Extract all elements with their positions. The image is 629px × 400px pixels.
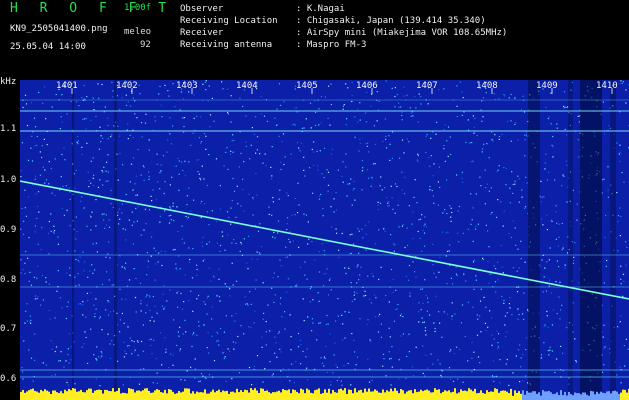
meta-value-antenna: : Maspro FM-3 bbox=[296, 40, 367, 50]
dark-bands-layer bbox=[72, 80, 616, 400]
y-tick-0-8: 0.8 bbox=[0, 275, 17, 285]
spectrogram-svg bbox=[20, 80, 629, 400]
x-tick-1401: 1401 bbox=[56, 81, 78, 91]
file-name: KN9_2505041400.png bbox=[10, 24, 108, 34]
app-version: 1.00f bbox=[124, 3, 152, 13]
y-tick-1-0: 1.0 bbox=[0, 175, 17, 185]
spectrogram-plot bbox=[20, 80, 629, 400]
meleo-value: 92 bbox=[140, 40, 151, 50]
x-tick-1408: 1408 bbox=[476, 81, 498, 91]
meta-key-antenna: Receiving antenna bbox=[180, 40, 273, 50]
meta-key-observer: Observer bbox=[180, 4, 224, 14]
x-tick-1404: 1404 bbox=[236, 81, 258, 91]
meta-key-location: Receiving Location bbox=[180, 16, 278, 26]
x-tick-1409: 1409 bbox=[536, 81, 558, 91]
y-tick-0-7: 0.7 bbox=[0, 324, 17, 334]
meleo-label: meleo bbox=[124, 27, 152, 37]
meta-value-location: : Chigasaki, Japan (139.414 35.340) bbox=[296, 16, 486, 26]
date-time: 25.05.04 14:00 bbox=[10, 42, 86, 52]
x-tick-1406: 1406 bbox=[356, 81, 378, 91]
y-tick-0-6: 0.6 bbox=[0, 374, 17, 384]
meta-value-observer: : K.Nagai bbox=[296, 4, 345, 14]
x-tick-1403: 1403 bbox=[176, 81, 198, 91]
y-tick-0-9: 0.9 bbox=[0, 225, 17, 235]
y-tick-1-1: 1.1 bbox=[0, 124, 17, 134]
x-tick-1410: 1410 bbox=[596, 81, 618, 91]
meta-value-receiver: : AirSpy mini (Miakejima VOR 108.65MHz) bbox=[296, 28, 508, 38]
meta-key-receiver: Receiver bbox=[180, 28, 224, 38]
x-tick-1407: 1407 bbox=[416, 81, 438, 91]
x-tick-1402: 1402 bbox=[116, 81, 138, 91]
y-axis-unit: kHz bbox=[0, 77, 17, 87]
x-tick-1405: 1405 bbox=[296, 81, 318, 91]
header-panel: H R O F F T 1.00f KN9_2505041400.png 25.… bbox=[0, 0, 629, 76]
